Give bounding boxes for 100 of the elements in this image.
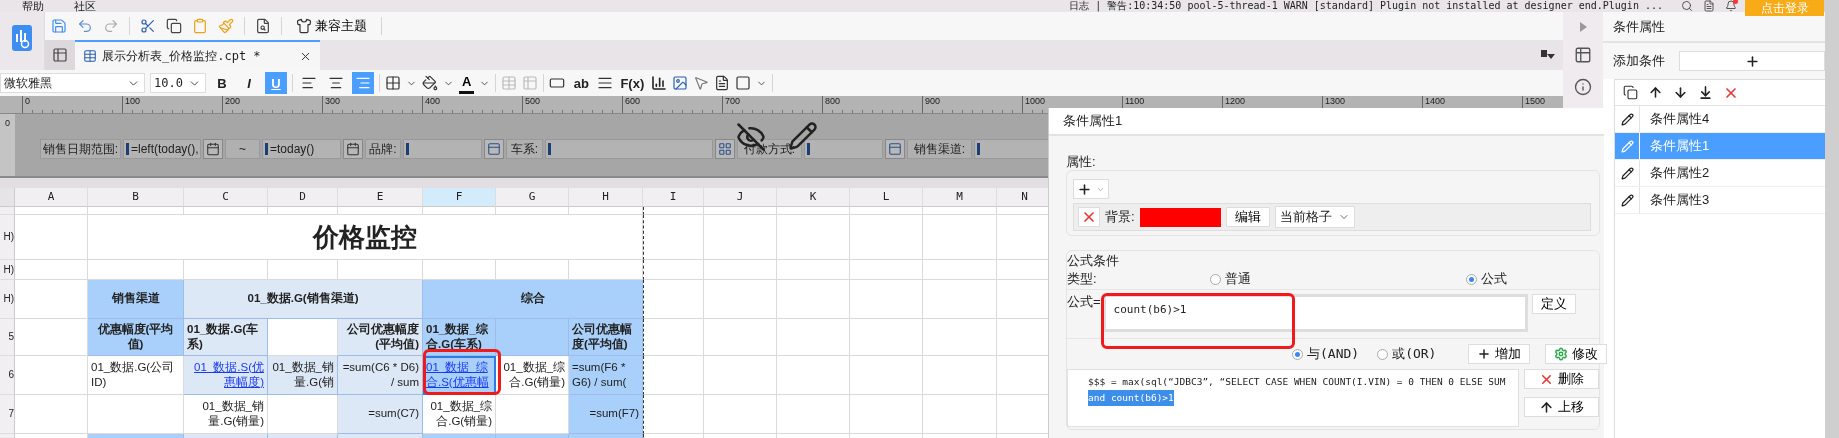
table-cell: =sum(F7) [569, 394, 643, 434]
condition-line[interactable]: $$$ = max(sql(“JDBC3”, “SELECT CASE WHEN COUNT(I.VIN) = 0 THEN 0 ELSE SUM [1088, 374, 1506, 390]
table-cell [268, 206, 338, 215]
condition-item[interactable]: 条件属性3 [1615, 187, 1825, 214]
text-tool-button[interactable]: ab [570, 72, 593, 95]
radio-label: 或(OR) [1392, 345, 1437, 363]
table-cell: 01_数据.G(公司ID) [88, 355, 184, 395]
row-header[interactable]: 7 [0, 394, 15, 434]
border-icon[interactable] [385, 75, 401, 92]
header-cell: 销售渠道 [88, 279, 184, 319]
add-attribute-button[interactable] [1073, 179, 1109, 199]
bold-button[interactable]: B [211, 72, 233, 95]
pencil-icon [1620, 139, 1634, 153]
color-swatch[interactable] [1139, 207, 1221, 227]
move-down-icon[interactable] [1673, 85, 1688, 100]
radio-button[interactable] [1465, 273, 1477, 285]
radio-label: 普通 [1224, 270, 1251, 288]
move-up-button[interactable]: 上移 [1524, 397, 1599, 417]
parameter-field[interactable] [403, 139, 482, 160]
edit-button[interactable]: 编辑 [1225, 207, 1270, 227]
save-icon[interactable] [51, 18, 67, 34]
bell-icon[interactable] [1725, 0, 1737, 12]
document-icon[interactable] [1703, 0, 1715, 12]
file-tab[interactable]: 展示分析表_价格监控.cpt * [75, 40, 320, 70]
formula-button[interactable]: F(x) [618, 72, 647, 95]
table-cell [643, 206, 704, 215]
table-cell [643, 394, 704, 434]
table-cell [643, 214, 704, 260]
font-select[interactable]: 微软雅黑 [0, 73, 145, 94]
split-cells-icon[interactable] [522, 75, 539, 92]
fill-color-icon[interactable] [422, 75, 438, 92]
radio-button[interactable] [1292, 348, 1303, 360]
table-cell: 01_数据_销量.G(销 [268, 355, 338, 395]
document-icon[interactable] [714, 75, 731, 92]
condition-item[interactable]: 条件属性2 [1615, 160, 1825, 187]
close-icon [1081, 209, 1097, 225]
define-button[interactable]: 定义 [1531, 294, 1576, 314]
delete-button[interactable]: 删除 [1524, 369, 1599, 389]
type-label: 类型: [1067, 271, 1097, 287]
dropdown-caret-icon[interactable] [1541, 50, 1555, 60]
parameter-field[interactable] [804, 139, 883, 160]
table-cell: 01_数据_销量.G(销量) [184, 394, 268, 434]
report-title: 价格监控 [88, 214, 643, 260]
cell-attributes-icon[interactable] [1574, 46, 1592, 64]
align-right-button[interactable] [352, 72, 374, 95]
parameter-field[interactable] [545, 139, 713, 160]
parameter-label: ~ [225, 139, 260, 160]
parameter-field[interactable]: =left(today(), [123, 139, 201, 160]
formula-input[interactable]: count(b6)>1 [1102, 294, 1528, 332]
copy-icon[interactable] [1623, 85, 1638, 100]
dialog-title: 条件属性1 [1049, 108, 1604, 136]
radio-button[interactable] [1377, 348, 1389, 360]
plus-icon [1744, 53, 1760, 69]
section-label: 属性: [1066, 154, 1097, 170]
app-logo-icon[interactable] [11, 24, 33, 52]
border-box-icon[interactable] [735, 75, 752, 92]
parameter-field[interactable]: =today() [262, 139, 341, 160]
move-to-bottom-icon[interactable] [1698, 85, 1713, 100]
theme-button[interactable]: 兼容主题 [292, 17, 371, 35]
condition-item[interactable]: 条件属性4 [1615, 106, 1825, 133]
row-header[interactable]: H) [0, 214, 15, 260]
report-file-icon [83, 49, 97, 63]
plus-icon [1477, 347, 1492, 361]
info-icon[interactable] [1574, 78, 1592, 96]
menu-item[interactable]: 社区 [74, 0, 96, 12]
table-cell: 01_数据_综合.G(销量) [423, 394, 496, 434]
chart-icon[interactable] [651, 75, 668, 92]
condition-list[interactable]: $$$ = max(sql(“JDBC3”, “SELECT CASE WHEN COUNT(I.VIN) = 0 THEN 0 ELSE SUM and count(b6)>1 [1067, 369, 1519, 427]
move-up-icon[interactable] [1648, 85, 1663, 100]
font-size-select[interactable]: 10.0 [150, 73, 206, 94]
cut-icon[interactable] [140, 18, 156, 34]
add-button[interactable]: 增加 [1468, 344, 1531, 364]
sheet-button[interactable] [45, 40, 75, 70]
menu-item[interactable]: 帮助 [22, 0, 44, 12]
header-cell: 优惠幅度(平均值) [88, 318, 184, 356]
gear-icon [1554, 347, 1569, 361]
table-cell: 01_数据_综合.G(销量) [496, 355, 569, 395]
shirt-icon [296, 18, 312, 34]
text-search-icon[interactable] [255, 18, 271, 34]
header-cell: 01_数据.G(销售渠道) [184, 279, 423, 319]
radio-button[interactable] [1209, 273, 1221, 285]
collapse-arrow-icon[interactable] [1579, 22, 1587, 32]
header-cell: 01_数据.G(车系) [184, 318, 268, 356]
row-header[interactable]: 6 [0, 355, 15, 395]
italic-button[interactable]: I [238, 72, 260, 95]
merge-cells-icon[interactable] [501, 75, 518, 92]
log-message: 日志 | 警告:10:34:50 pool-5-thread-1 WARN [standard] Plugin not installed at designer end.Plugin ... [1069, 0, 1663, 12]
modify-button[interactable]: 修改 [1545, 344, 1608, 364]
search-icon[interactable] [1681, 0, 1693, 12]
add-condition-label: 添加条件 [1613, 52, 1665, 70]
pointer-icon[interactable] [693, 75, 710, 92]
scope-select[interactable]: 当前格子 [1274, 206, 1355, 228]
formula-label: 公式= [1067, 294, 1101, 310]
radio-label: 与(AND) [1307, 345, 1360, 363]
row-header[interactable]: 5 [0, 318, 15, 356]
remove-button[interactable] [1078, 207, 1100, 227]
image-icon[interactable] [672, 75, 689, 92]
undo-icon[interactable] [77, 18, 93, 34]
row-header[interactable]: H) [0, 279, 15, 319]
copy-icon[interactable] [166, 18, 182, 34]
